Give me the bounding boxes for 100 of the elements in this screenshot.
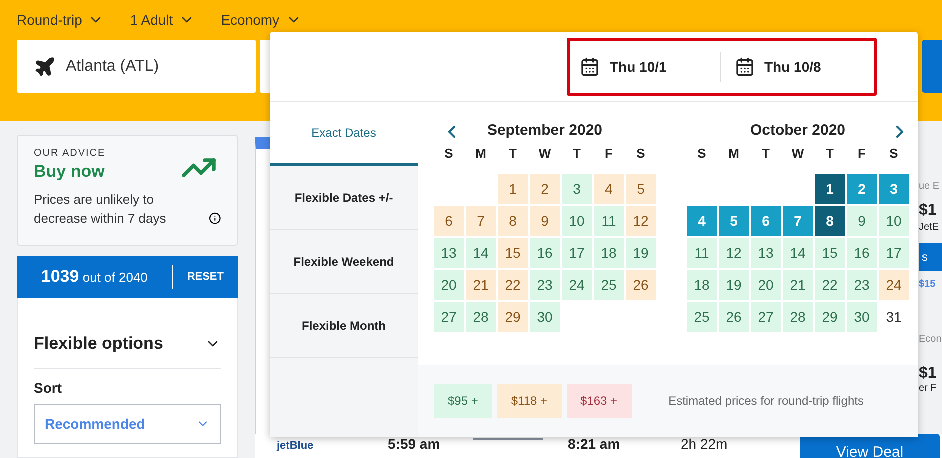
cabin-text: Econ — [919, 334, 942, 345]
calendar-day[interactable]: 4 — [594, 174, 624, 204]
calendar-day[interactable]: 23 — [847, 270, 877, 300]
calendar-day[interactable]: 18 — [594, 238, 624, 268]
calendar-day[interactable]: 24 — [562, 270, 592, 300]
calendar-day[interactable]: 8 — [498, 206, 528, 236]
calendar-day[interactable]: 20 — [434, 270, 464, 300]
price-legend-chip: $118 + — [497, 384, 562, 418]
calendar-day[interactable]: 12 — [719, 238, 749, 268]
calendar-day[interactable]: 4 — [687, 206, 717, 236]
calendar-day[interactable]: 25 — [594, 270, 624, 300]
calendar-day[interactable]: 12 — [626, 206, 656, 236]
calendar-day[interactable]: 7 — [783, 206, 813, 236]
sort-select[interactable]: Recommended — [34, 404, 221, 444]
calendar-day[interactable]: 20 — [751, 270, 781, 300]
calendar-day[interactable]: 6 — [751, 206, 781, 236]
calendar-day[interactable]: 8 — [815, 206, 845, 236]
calendar-day[interactable]: 10 — [879, 206, 909, 236]
reset-button[interactable]: RESET — [172, 265, 238, 289]
calendar-day[interactable]: 2 — [530, 174, 560, 204]
weekday-label: T — [825, 145, 835, 163]
calendar-day[interactable]: 5 — [719, 206, 749, 236]
month-title: September 2020 — [487, 122, 603, 141]
price-link[interactable]: $15 — [919, 279, 936, 290]
calendar-day[interactable]: 23 — [530, 270, 560, 300]
calendar-day[interactable]: 9 — [847, 206, 877, 236]
date-field[interactable]: Thu 10/8 — [720, 52, 874, 82]
calendar-day[interactable]: 30 — [847, 302, 877, 332]
calendar-day[interactable]: 18 — [687, 270, 717, 300]
calendar-day[interactable]: 11 — [687, 238, 717, 268]
plane-icon — [34, 56, 56, 78]
calendar-day[interactable]: 26 — [626, 270, 656, 300]
calendar-day[interactable]: 14 — [466, 238, 496, 268]
info-icon[interactable] — [208, 212, 221, 225]
weekday-label: M — [474, 145, 488, 163]
calendar-day[interactable]: 28 — [783, 302, 813, 332]
airline-name: jetBlue — [277, 440, 314, 452]
calendar-day[interactable]: 27 — [434, 302, 464, 332]
calendar-day[interactable]: 29 — [498, 302, 528, 332]
airline-text: JetE — [919, 222, 940, 233]
price-legend-chip: $163 + — [566, 384, 632, 418]
calendar-day[interactable]: 25 — [687, 302, 717, 332]
weekday-label: W — [790, 145, 806, 163]
trip-option-dropdown[interactable]: Round-trip — [17, 10, 104, 30]
calendar-day[interactable]: 19 — [626, 238, 656, 268]
deal-button[interactable]: s — [919, 243, 942, 271]
calendar-day[interactable]: 13 — [434, 238, 464, 268]
calendar-day[interactable]: 30 — [530, 302, 560, 332]
weekday-label: M — [728, 145, 740, 163]
results-count: 1039 out of 2040 — [40, 267, 149, 287]
calendar-day[interactable]: 29 — [815, 302, 845, 332]
calendar-day[interactable]: 1 — [815, 174, 845, 204]
calendar-day[interactable]: 22 — [815, 270, 845, 300]
calendar-day[interactable]: 9 — [530, 206, 560, 236]
weekday-label: S — [636, 145, 646, 163]
calendar-day[interactable]: 14 — [783, 238, 813, 268]
weekday-label: T — [572, 145, 582, 163]
calendar-day[interactable]: 13 — [751, 238, 781, 268]
advice-text: Prices are unlikely to decrease within 7 days — [34, 191, 168, 228]
calendar-day[interactable]: 10 — [562, 206, 592, 236]
date-mode-tab[interactable]: Exact Dates — [270, 102, 418, 166]
calendar-day[interactable]: 15 — [498, 238, 528, 268]
calendar-day[interactable]: 17 — [879, 238, 909, 268]
caption-text: er F — [919, 383, 937, 394]
calendar-day[interactable]: 16 — [847, 238, 877, 268]
origin-field[interactable]: Atlanta (ATL) — [17, 40, 256, 93]
calendar-day[interactable]: 1 — [498, 174, 528, 204]
calendar-day[interactable]: 5 — [626, 174, 656, 204]
price-legend-chip: $95 + — [434, 384, 492, 418]
weekday-label: S — [696, 145, 708, 163]
calendar-day[interactable]: 26 — [719, 302, 749, 332]
calendar-day[interactable]: 21 — [466, 270, 496, 300]
filter-section-toggle[interactable]: Flexible options — [34, 334, 221, 369]
calendar-day[interactable]: 6 — [434, 206, 464, 236]
calendar-day[interactable]: 17 — [562, 238, 592, 268]
weekday-label: W — [538, 145, 552, 163]
calendar-icon — [734, 56, 754, 76]
calendar-day[interactable]: 22 — [498, 270, 528, 300]
calendar-day[interactable]: 28 — [466, 302, 496, 332]
date-field[interactable]: Thu 10/1 — [570, 52, 720, 82]
weekday-label: S — [888, 145, 900, 163]
calendar-day[interactable]: 16 — [530, 238, 560, 268]
calendar-day[interactable]: 3 — [879, 174, 909, 204]
arrive-time: 8:21 am — [568, 436, 620, 452]
calendar-day[interactable]: 2 — [847, 174, 877, 204]
weekday-label: T — [508, 145, 518, 163]
calendar-day[interactable]: 21 — [783, 270, 813, 300]
calendar-icon — [580, 56, 600, 76]
duration-text: 2h 22m — [681, 436, 728, 452]
calendar-day[interactable]: 24 — [879, 270, 909, 300]
trip-option-dropdown[interactable]: Economy — [221, 10, 302, 30]
provider-text: ue E — [919, 181, 940, 192]
calendar-day[interactable]: 3 — [562, 174, 592, 204]
calendar-day[interactable]: 19 — [719, 270, 749, 300]
calendar-day[interactable]: 27 — [751, 302, 781, 332]
calendar-day[interactable]: 11 — [594, 206, 624, 236]
weekday-label: F — [857, 145, 867, 163]
calendar-day[interactable]: 15 — [815, 238, 845, 268]
trip-option-dropdown[interactable]: 1 Adult — [130, 10, 196, 30]
calendar-day[interactable]: 7 — [466, 206, 496, 236]
